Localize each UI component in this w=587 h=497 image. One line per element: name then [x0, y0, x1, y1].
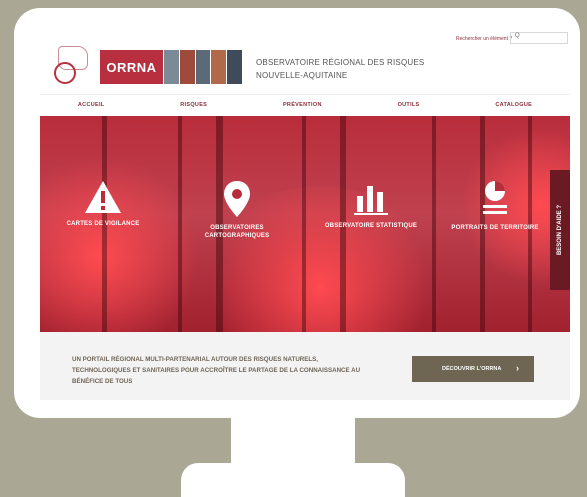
organization-name: OBSERVATOIRE RÉGIONAL DES RISQUES NOUVEL… — [256, 56, 424, 82]
nav-item-prevention[interactable]: PRÉVENTION — [283, 102, 322, 108]
header-photo-strip — [164, 50, 242, 84]
org-line-1: OBSERVATOIRE RÉGIONAL DES RISQUES — [256, 58, 425, 67]
tree-trunk — [432, 116, 436, 332]
discover-button-label: DÉCOUVRIR L'ORRNA — [442, 366, 502, 372]
pie-chart-icon — [483, 181, 507, 214]
tree-trunk — [302, 116, 306, 332]
logo-circle-icon — [54, 62, 76, 84]
chevron-right-icon: › — [516, 363, 519, 373]
site-header: ORRNA OBSERVATOIRE RÉGIONAL DES RISQUES … — [40, 32, 570, 94]
portal-tagline: UN PORTAIL RÉGIONAL MULTI-PARTENARIAL AU… — [72, 356, 361, 385]
feature-portraits[interactable]: PORTRAITS DE TERRITOIRE — [440, 180, 550, 232]
org-line-2: NOUVELLE-AQUITAINE — [256, 71, 348, 80]
nav-item-catalogue[interactable]: CATALOGUE — [495, 102, 532, 108]
main-nav: ACCUEIL RISQUES PRÉVENTION OUTILS CATALO… — [40, 94, 570, 115]
nav-item-accueil[interactable]: ACCUEIL — [78, 102, 105, 108]
nav-item-outils[interactable]: OUTILS — [398, 102, 420, 108]
website-screen: ORRNA OBSERVATOIRE RÉGIONAL DES RISQUES … — [40, 32, 570, 400]
feature-observatoires[interactable]: OBSERVATOIRES CARTOGRAPHIQUES — [182, 180, 292, 240]
feature-statistique[interactable]: OBSERVATOIRE STATISTIQUE — [316, 180, 426, 230]
help-side-tab[interactable]: BESOIN D'AIDE ? — [550, 170, 570, 290]
brand-logo[interactable]: ORRNA — [100, 50, 163, 84]
feature-label: OBSERVATOIRES CARTOGRAPHIQUES — [204, 225, 270, 239]
nav-item-risques[interactable]: RISQUES — [180, 102, 207, 108]
feature-label: CARTES DE VIGILANCE — [66, 221, 140, 227]
warning-icon — [85, 181, 121, 213]
hero-banner: CARTES DE VIGILANCE OBSERVATOIRES CARTOG… — [40, 116, 570, 332]
discover-button[interactable]: DÉCOUVRIR L'ORRNA › — [412, 356, 534, 382]
feature-label: PORTRAITS DE TERRITOIRE — [451, 225, 539, 231]
monitor-neck — [231, 418, 355, 463]
bar-chart-icon — [354, 186, 388, 215]
intro-band: UN PORTAIL RÉGIONAL MULTI-PARTENARIAL AU… — [40, 332, 570, 400]
map-pin-icon — [224, 181, 250, 217]
feature-vigilance[interactable]: CARTES DE VIGILANCE — [48, 180, 158, 228]
search-link[interactable]: Rechercher un élément ? — [456, 36, 512, 42]
search-input[interactable]: Q — [510, 32, 568, 44]
monitor-stand — [181, 463, 405, 497]
help-tab-label: BESOIN D'AIDE ? — [557, 204, 564, 256]
feature-label: OBSERVATOIRE STATISTIQUE — [324, 223, 418, 229]
